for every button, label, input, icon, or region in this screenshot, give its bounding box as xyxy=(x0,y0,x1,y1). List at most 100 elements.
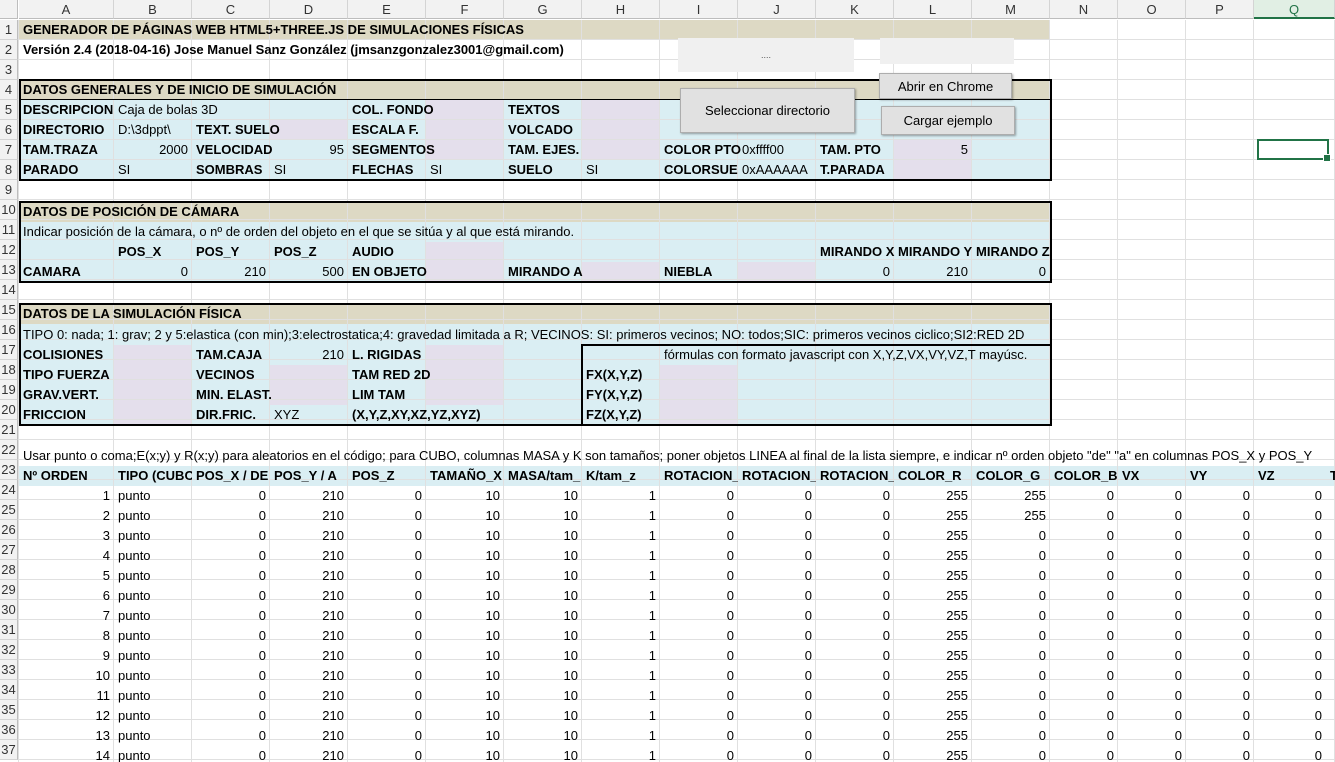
table-cell[interactable]: punto xyxy=(114,546,192,566)
table-cell[interactable]: 10 xyxy=(426,586,504,606)
column-header-j[interactable]: J xyxy=(738,0,816,19)
table-cell[interactable]: 0 xyxy=(1118,566,1186,586)
table-cell[interactable]: 0 xyxy=(348,506,426,526)
table-cell[interactable]: 0 xyxy=(816,646,894,666)
table-cell[interactable]: 0 xyxy=(1118,706,1186,726)
table-header-cell[interactable]: VY xyxy=(1186,466,1254,486)
row-header-5[interactable]: 5 xyxy=(0,100,18,120)
table-cell[interactable]: 0 xyxy=(1186,506,1254,526)
app-title[interactable]: GENERADOR DE PÁGINAS WEB HTML5+THREE.JS … xyxy=(19,20,528,40)
row-header-26[interactable]: 26 xyxy=(0,520,18,540)
column-header-p[interactable]: P xyxy=(1186,0,1254,19)
tam-caja-value[interactable]: 210 xyxy=(270,345,348,365)
table-cell[interactable]: 1 xyxy=(582,646,660,666)
table-cell[interactable]: 0 xyxy=(660,646,738,666)
table-cell[interactable]: 10 xyxy=(504,506,582,526)
row-header-7[interactable]: 7 xyxy=(0,140,18,160)
table-cell[interactable]: 0 xyxy=(1050,706,1118,726)
table-cell[interactable]: 0 xyxy=(738,726,816,746)
color-pto-label[interactable]: COLOR PTO xyxy=(660,140,745,160)
table-cell[interactable]: 0 xyxy=(972,626,1050,646)
table-header-cell[interactable]: VZ xyxy=(1254,466,1326,486)
table-cell[interactable]: 10 xyxy=(504,746,582,762)
fx-label[interactable]: FX(X,Y,Z) xyxy=(582,365,646,385)
table-cell[interactable]: 0 xyxy=(1186,686,1254,706)
table-cell[interactable]: 0 xyxy=(192,606,270,626)
table-cell[interactable]: 1 xyxy=(582,746,660,762)
table-cell[interactable]: 0 xyxy=(972,646,1050,666)
table-cell[interactable]: 1 xyxy=(582,626,660,646)
table-cell[interactable]: 0 xyxy=(972,686,1050,706)
table-cell[interactable]: 255 xyxy=(894,726,972,746)
table-cell[interactable]: 0 xyxy=(348,546,426,566)
table-cell[interactable]: 210 xyxy=(270,686,348,706)
table-cell[interactable]: 0 xyxy=(1118,646,1186,666)
table-cell[interactable]: 0 xyxy=(660,586,738,606)
text-suelo-label[interactable]: TEXT. SUELO xyxy=(192,120,284,140)
table-cell[interactable]: 0 xyxy=(738,566,816,586)
table-cell[interactable]: 0 xyxy=(1254,746,1326,762)
table-header-cell[interactable]: ROTACION_X xyxy=(660,466,738,486)
table-cell[interactable]: 210 xyxy=(270,726,348,746)
table-cell[interactable]: 0 xyxy=(1050,606,1118,626)
table-cell[interactable]: 0 xyxy=(738,486,816,506)
row-header-37[interactable]: 37 xyxy=(0,740,18,760)
table-cell[interactable]: 210 xyxy=(270,506,348,526)
table-cell[interactable]: 10 xyxy=(504,646,582,666)
col-fondo-label[interactable]: COL. FONDO xyxy=(348,100,438,120)
table-cell[interactable]: 210 xyxy=(270,566,348,586)
colisiones-label[interactable]: COLISIONES xyxy=(19,345,107,365)
column-header-b[interactable]: B xyxy=(114,0,192,19)
row-header-2[interactable]: 2 xyxy=(0,40,18,60)
table-cell[interactable]: 10 xyxy=(426,706,504,726)
table-cell[interactable]: punto xyxy=(114,666,192,686)
row-header-1[interactable]: 1 xyxy=(0,20,18,40)
table-cell[interactable]: 0 xyxy=(738,586,816,606)
table-cell[interactable]: 0 xyxy=(816,486,894,506)
pos-x-header[interactable]: POS_X xyxy=(114,242,165,262)
tipo-fuerza-label[interactable]: TIPO FUERZA xyxy=(19,365,114,385)
table-header-cell[interactable]: POS_X / DE xyxy=(192,466,270,486)
table-cell[interactable]: 0 xyxy=(738,546,816,566)
en-objeto-label[interactable]: EN OBJETO xyxy=(348,262,431,282)
table-cell[interactable]: 0 xyxy=(972,586,1050,606)
table-cell[interactable]: 10 xyxy=(426,726,504,746)
parado-label[interactable]: PARADO xyxy=(19,160,82,180)
table-header-cell[interactable]: POS_Z xyxy=(348,466,426,486)
pos-y-header[interactable]: POS_Y xyxy=(192,242,243,262)
table-cell[interactable]: 0 xyxy=(348,526,426,546)
table-header-cell[interactable]: MASA/tam_ xyxy=(504,466,582,486)
flechas-value[interactable]: SI xyxy=(426,160,446,180)
objects-note[interactable]: Usar punto o coma;E(x;y) y R(x;y) para a… xyxy=(19,446,1335,466)
mirando-y-header[interactable]: MIRANDO Y xyxy=(894,242,976,262)
table-cell[interactable]: 0 xyxy=(192,506,270,526)
min-elast-label[interactable]: MIN. ELAST. xyxy=(192,385,276,405)
table-cell[interactable]: 0 xyxy=(738,626,816,646)
table-cell[interactable]: 10 xyxy=(504,526,582,546)
table-cell[interactable]: punto xyxy=(114,706,192,726)
table-cell[interactable]: 1 xyxy=(582,566,660,586)
table-cell[interactable]: 0 xyxy=(348,606,426,626)
dir-fric-label[interactable]: DIR.FRIC. xyxy=(192,405,260,425)
table-cell[interactable]: 0 xyxy=(192,686,270,706)
table-cell[interactable]: 255 xyxy=(894,626,972,646)
row-header-3[interactable]: 3 xyxy=(0,60,18,80)
table-cell[interactable]: 0 xyxy=(1254,726,1326,746)
table-cell[interactable]: 0 xyxy=(1254,506,1326,526)
table-cell[interactable]: 0 xyxy=(348,486,426,506)
table-cell[interactable]: 210 xyxy=(270,586,348,606)
table-cell[interactable]: 2 xyxy=(19,506,114,526)
table-cell[interactable]: 255 xyxy=(894,546,972,566)
table-cell[interactable]: 10 xyxy=(426,646,504,666)
row-header-13[interactable]: 13 xyxy=(0,260,18,280)
table-header-cell[interactable]: T xyxy=(1326,466,1335,486)
active-cell-selection[interactable] xyxy=(1257,139,1331,162)
dir-options[interactable]: (X,Y,Z,XY,XZ,YZ,XYZ) xyxy=(348,405,485,425)
sombras-label[interactable]: SOMBRAS xyxy=(192,160,266,180)
table-cell[interactable]: 10 xyxy=(19,666,114,686)
table-header-cell[interactable]: COLOR_B xyxy=(1050,466,1118,486)
row-header-28[interactable]: 28 xyxy=(0,560,18,580)
table-cell[interactable]: 0 xyxy=(816,606,894,626)
row-header-27[interactable]: 27 xyxy=(0,540,18,560)
colorsuelo-label[interactable]: COLORSUELO xyxy=(660,160,738,180)
